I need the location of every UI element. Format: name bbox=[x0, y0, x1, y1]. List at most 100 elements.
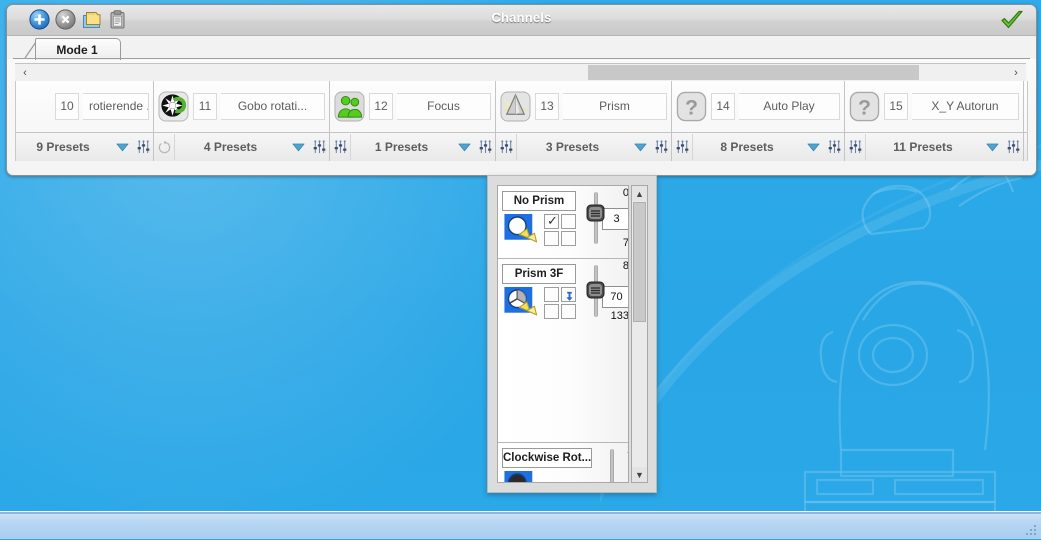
channel-preset-bar: 4 Presets bbox=[154, 132, 329, 161]
preset-scrollbar-thumb[interactable] bbox=[633, 202, 646, 322]
channel-card[interactable]: 11 Gobo rotati... 4 Presets bbox=[154, 81, 330, 161]
preset-item[interactable]: No Prism ✓ 0 7 3 bbox=[498, 186, 628, 259]
channel-header: 11 Gobo rotati... bbox=[154, 81, 329, 132]
preset-count-label[interactable]: 1 Presets bbox=[351, 140, 452, 154]
preset-flag-checkbox[interactable] bbox=[561, 287, 576, 302]
prism-rotate-icon[interactable] bbox=[504, 471, 537, 482]
channel-header: 13 Prism bbox=[496, 81, 671, 132]
preset-flag-checkbox[interactable] bbox=[544, 231, 559, 246]
channel-card[interactable]: ? bbox=[1024, 81, 1027, 161]
scroll-up-arrow-icon[interactable]: ▲ bbox=[632, 186, 647, 201]
preset-flag-checkbox[interactable] bbox=[544, 287, 559, 302]
preset-count-label[interactable]: 9 Presets bbox=[16, 140, 110, 154]
channel-horizontal-scrollbar[interactable]: ‹ › bbox=[15, 63, 1026, 82]
scroll-left-arrow-icon[interactable]: ‹ bbox=[15, 67, 35, 79]
channel-name[interactable]: Focus bbox=[397, 93, 491, 120]
preset-item-body bbox=[502, 287, 576, 319]
preset-dropdown-caret-icon[interactable] bbox=[286, 134, 310, 160]
preset-count-label[interactable]: 11 Presets bbox=[866, 140, 980, 154]
preset-dropdown-caret-icon[interactable] bbox=[980, 134, 1004, 160]
channel-number: 10 bbox=[55, 93, 79, 120]
scroll-down-arrow-icon[interactable]: ▼ bbox=[632, 467, 647, 482]
preset-value-slider[interactable] bbox=[607, 449, 616, 482]
preset-count-label[interactable]: 4 Presets bbox=[175, 140, 286, 154]
sliders-icon[interactable] bbox=[134, 134, 153, 160]
mode-tab-row: Mode 1 bbox=[7, 36, 1036, 60]
preset-range-slider[interactable]: 0 7 3 bbox=[580, 186, 628, 250]
preset-flag-checkbox[interactable]: ✓ bbox=[544, 213, 559, 229]
channel-name[interactable]: Auto Play bbox=[739, 93, 840, 120]
preset-range-slider[interactable]: 8 133 70 bbox=[580, 259, 629, 323]
preset-list-scrollbar[interactable]: ▲ ▼ bbox=[631, 185, 648, 483]
preset-item-label[interactable]: Clockwise Rot... bbox=[502, 448, 593, 468]
tab-mode-1[interactable]: Mode 1 bbox=[35, 38, 121, 60]
sliders-icon[interactable] bbox=[310, 134, 329, 160]
slider-thumb[interactable] bbox=[586, 281, 605, 299]
moving-head-fixture-watermark bbox=[803, 150, 1022, 518]
focus-people-icon[interactable] bbox=[334, 91, 365, 122]
svg-text:?: ? bbox=[858, 95, 871, 119]
sliders-icon[interactable] bbox=[1004, 134, 1023, 160]
channel-card[interactable]: 10rotierende ... 9 Presets bbox=[16, 81, 154, 161]
channel-header: ? 14 Auto Play bbox=[672, 81, 844, 132]
channel-name[interactable]: Prism bbox=[563, 93, 667, 120]
sliders-icon[interactable] bbox=[672, 134, 693, 160]
preset-range-slider[interactable]: 134 bbox=[596, 443, 628, 482]
tab-mode-1-label: Mode 1 bbox=[56, 42, 98, 57]
sliders-icon[interactable] bbox=[496, 134, 517, 160]
resize-grip-icon[interactable] bbox=[1026, 525, 1038, 537]
preset-item[interactable]: Clockwise Rot... 134 bbox=[498, 443, 628, 482]
question-icon[interactable]: ? bbox=[849, 91, 880, 122]
question-icon[interactable]: ? bbox=[676, 91, 707, 122]
channel-card[interactable]: ? 14 Auto Play 8 Presets bbox=[672, 81, 845, 161]
preset-dropdown-caret-icon[interactable] bbox=[801, 134, 825, 160]
preset-scrollbar-space[interactable] bbox=[632, 323, 647, 467]
sliders-icon[interactable] bbox=[652, 134, 671, 160]
channel-name[interactable]: X_Y Autorun bbox=[912, 93, 1019, 120]
preset-flag-checkbox[interactable] bbox=[544, 304, 559, 319]
channel-card[interactable]: ? 15 X_Y Autorun 11 Presets bbox=[845, 81, 1024, 161]
preset-dropdown-caret-icon[interactable] bbox=[110, 134, 134, 160]
sliders-icon[interactable] bbox=[825, 134, 844, 160]
channel-name[interactable]: rotierende ... bbox=[83, 93, 149, 120]
preset-item-label[interactable]: No Prism bbox=[502, 191, 576, 211]
sliders-icon[interactable] bbox=[330, 134, 351, 160]
channel-card[interactable]: 12 Focus 1 Presets bbox=[330, 81, 496, 161]
prism-3f-icon[interactable] bbox=[504, 287, 538, 317]
prism-icon[interactable] bbox=[500, 91, 531, 122]
svg-text:?: ? bbox=[685, 95, 698, 119]
preset-value-slider[interactable] bbox=[586, 192, 605, 244]
channel-number: 13 bbox=[535, 93, 559, 120]
preset-value-box[interactable]: 3 bbox=[602, 207, 628, 230]
prism-none-icon[interactable] bbox=[504, 214, 538, 244]
preset-dropdown-caret-icon[interactable] bbox=[452, 134, 476, 160]
preset-item[interactable]: Prism 3F 8 133 70 bbox=[498, 259, 628, 443]
slider-thumb[interactable] bbox=[586, 204, 605, 222]
scrollbar-track[interactable] bbox=[35, 65, 1006, 80]
channel-header: 12 Focus bbox=[330, 81, 495, 132]
channel-number: 12 bbox=[369, 93, 393, 120]
gobo-rotation-icon[interactable] bbox=[158, 91, 189, 122]
channel-card[interactable]: 13 Prism 3 Presets bbox=[496, 81, 672, 161]
channel-number: 14 bbox=[711, 93, 735, 120]
scrollbar-thumb[interactable] bbox=[588, 65, 919, 80]
slider-track[interactable] bbox=[610, 449, 615, 482]
sliders-icon[interactable] bbox=[845, 134, 866, 160]
none-icon[interactable] bbox=[20, 91, 51, 122]
preset-item-label[interactable]: Prism 3F bbox=[502, 264, 576, 284]
channel-name[interactable]: Gobo rotati... bbox=[221, 93, 325, 120]
preset-count-label[interactable]: 8 Presets bbox=[693, 140, 801, 154]
preset-value-slider[interactable] bbox=[586, 265, 605, 317]
preset-dropdown-caret-icon[interactable] bbox=[628, 134, 652, 160]
preset-flag-checkbox[interactable] bbox=[561, 231, 576, 246]
rotate-icon[interactable] bbox=[154, 134, 175, 160]
sliders-icon[interactable] bbox=[476, 134, 495, 160]
green-check-icon[interactable] bbox=[1000, 9, 1024, 31]
preset-flag-checkbox[interactable] bbox=[561, 214, 576, 229]
preset-value-box[interactable]: 70 bbox=[602, 286, 628, 309]
preset-flag-checkbox[interactable] bbox=[561, 304, 576, 319]
channel-number: 11 bbox=[193, 93, 217, 120]
scroll-right-arrow-icon[interactable]: › bbox=[1006, 67, 1026, 79]
range-start-value: 8 bbox=[622, 260, 629, 272]
preset-count-label[interactable]: 3 Presets bbox=[517, 140, 628, 154]
